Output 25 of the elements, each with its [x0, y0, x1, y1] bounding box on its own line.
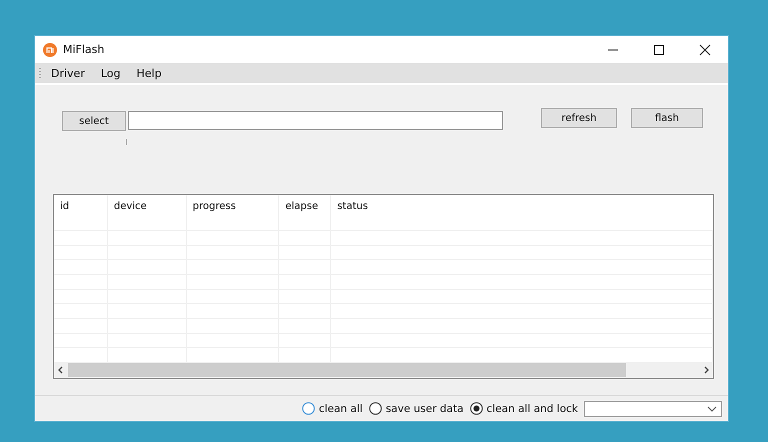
menu-item[interactable]: Driver	[43, 66, 93, 80]
chevron-down-icon	[707, 404, 717, 412]
radio-option[interactable]: save user data	[368, 402, 464, 415]
select-button[interactable]: select	[62, 111, 126, 131]
flash-button[interactable]: flash	[631, 108, 703, 128]
column-header[interactable]: device	[108, 195, 187, 230]
radio-icon[interactable]	[302, 402, 315, 415]
column-header[interactable]: id	[54, 195, 108, 230]
path-field[interactable]	[128, 111, 503, 130]
app-logo-icon	[43, 42, 57, 56]
radio-icon[interactable]	[470, 402, 483, 415]
column-header[interactable]: progress	[186, 195, 280, 230]
radio-icon[interactable]	[368, 402, 382, 415]
menu-item[interactable]: Log	[92, 66, 129, 80]
radio-option[interactable]: clean all	[302, 402, 363, 415]
menu-item[interactable]: Help	[128, 66, 170, 80]
column-header[interactable]: status	[331, 195, 713, 230]
grip-icon	[39, 67, 42, 79]
scrollbar-thumb[interactable]	[68, 363, 626, 378]
window-title: MiFlash	[63, 43, 104, 56]
radio-option[interactable]: clean all and lock	[470, 402, 578, 415]
dropdown-field[interactable]	[584, 400, 722, 416]
column-header[interactable]: elapse	[279, 195, 332, 230]
horizontal-scrollbar[interactable]	[54, 362, 713, 378]
refresh-button[interactable]: refresh	[541, 108, 617, 128]
